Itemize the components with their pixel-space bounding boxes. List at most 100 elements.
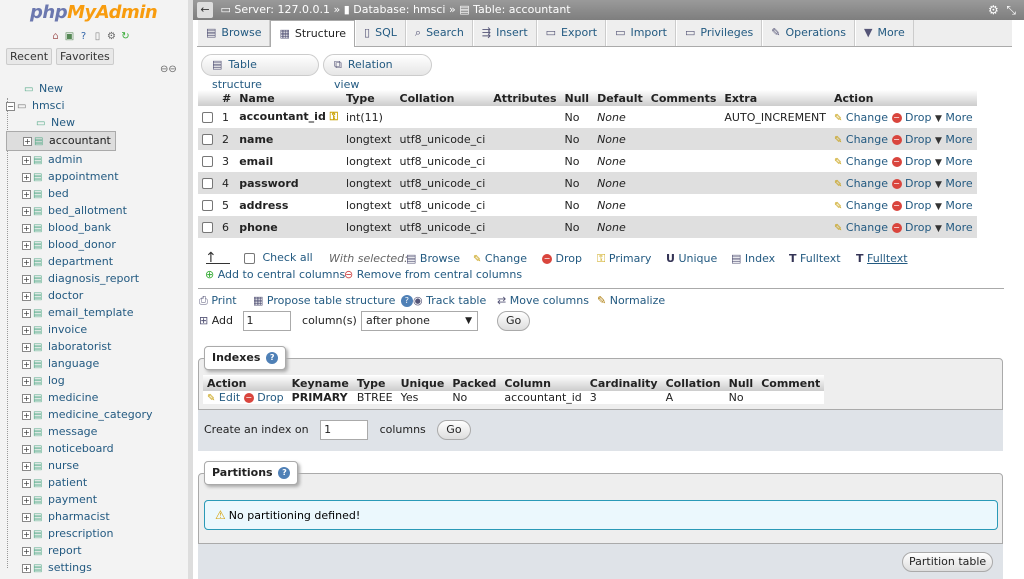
drop-button[interactable]: − Drop <box>891 221 931 234</box>
sidebar-item-table[interactable]: + ▤ nurse <box>6 457 191 474</box>
expand-icon[interactable]: + <box>22 189 31 199</box>
expand-icon[interactable]: + <box>23 136 32 146</box>
tab-export[interactable]: ▭ Export <box>536 20 607 46</box>
expand-icon[interactable]: + <box>22 461 31 471</box>
expand-icon[interactable]: + <box>22 376 31 386</box>
propose-structure-link[interactable]: ▦ Propose table structure ? <box>253 294 413 307</box>
change-button[interactable]: ✎ Change <box>834 221 888 234</box>
sidebar-item-table[interactable]: + ▤ noticeboard <box>6 440 191 457</box>
expand-icon[interactable]: + <box>22 223 31 233</box>
expand-icon[interactable]: + <box>22 546 31 556</box>
relation-view-button[interactable]: ⧉ Relation view <box>323 54 432 91</box>
expand-icon[interactable]: + <box>22 444 31 454</box>
help-icon[interactable]: ? <box>266 352 279 364</box>
create-index-count-input[interactable]: 1 <box>320 420 369 440</box>
sidebar-item-table[interactable]: + ▤ blood_donor <box>6 236 191 253</box>
tab-insert[interactable]: ⇶ Insert <box>472 20 537 46</box>
tab-search[interactable]: ⌕ Search <box>405 20 473 46</box>
more-button[interactable]: ▼ More <box>935 199 973 212</box>
help-icon[interactable]: ? <box>278 467 291 479</box>
sidebar-item-table[interactable]: + ▤ medicine <box>6 389 191 406</box>
expand-icon[interactable]: + <box>22 240 31 250</box>
breadcrumb-table[interactable]: Table: accountant <box>473 3 571 16</box>
index-edit-button[interactable]: ✎ Edit <box>207 391 240 404</box>
bulk-unique-button[interactable]: U Unique <box>666 252 717 265</box>
expand-icon[interactable]: + <box>22 427 31 437</box>
index-drop-button[interactable]: − Drop <box>243 391 284 404</box>
drop-button[interactable]: − Drop <box>891 111 931 124</box>
sidebar-item-table[interactable]: + ▤ blood_bank <box>6 219 191 236</box>
sidebar-item-table[interactable]: + ▤ bed_allotment <box>6 202 191 219</box>
row-checkbox[interactable] <box>202 200 213 211</box>
tab-operations[interactable]: ✎ Operations <box>762 20 855 46</box>
docs-icon[interactable]: ▯ <box>92 31 103 42</box>
change-button[interactable]: ✎ Change <box>834 111 888 124</box>
sidebar-item-table[interactable]: + ▤ laboratorist <box>6 338 191 355</box>
expand-icon[interactable]: + <box>22 155 31 165</box>
expand-icon[interactable]: + <box>22 393 31 403</box>
expand-icon[interactable]: + <box>22 512 31 522</box>
panel-splitter[interactable] <box>188 0 193 579</box>
expand-icon[interactable]: + <box>22 291 31 301</box>
add-go-button[interactable]: Go <box>497 311 531 331</box>
more-button[interactable]: ▼ More <box>935 111 973 124</box>
drop-button[interactable]: − Drop <box>891 177 931 190</box>
check-all-checkbox[interactable] <box>244 252 255 264</box>
bulk-browse-button[interactable]: ▤ Browse <box>406 252 460 265</box>
sidebar-item-table[interactable]: + ▤ appointment <box>6 168 191 185</box>
more-button[interactable]: ▼ More <box>935 133 973 146</box>
change-button[interactable]: ✎ Change <box>834 133 888 146</box>
tab-recent[interactable]: Recent <box>6 48 53 65</box>
reload-icon[interactable]: ↻ <box>120 31 131 42</box>
sidebar-item-table[interactable]: + ▤ doctor <box>6 287 191 304</box>
check-all[interactable]: Check all <box>244 251 313 264</box>
tab-import[interactable]: ▭ Import <box>606 20 676 46</box>
change-button[interactable]: ✎ Change <box>834 177 888 190</box>
move-columns-link[interactable]: ⇄ Move columns <box>497 294 589 307</box>
sidebar-item-table[interactable]: + ▤ medicine_category <box>6 406 191 423</box>
collapse-icon[interactable]: − <box>6 101 15 111</box>
expand-icon[interactable]: + <box>22 342 31 352</box>
more-button[interactable]: ▼ More <box>935 155 973 168</box>
link-with-main-icon[interactable]: ⊖⊖ <box>160 64 177 75</box>
expand-icon[interactable]: + <box>22 308 31 318</box>
tree-item-db-new[interactable]: ▭ New <box>6 114 191 131</box>
sidebar-item-table[interactable]: + ▤ invoice <box>6 321 191 338</box>
remove-central-columns-button[interactable]: ⊖ Remove from central columns <box>344 268 522 281</box>
collapse-nav-icon[interactable]: ← <box>197 2 213 18</box>
expand-icon[interactable]: + <box>22 172 31 182</box>
tab-sql[interactable]: ▯ SQL <box>355 20 406 46</box>
add-column-count-input[interactable]: 1 <box>242 311 291 331</box>
phpmyadmin-logo[interactable]: phpMyAdmin <box>30 2 158 23</box>
sidebar-item-table[interactable]: + ▤ payment <box>6 491 191 508</box>
expand-icon[interactable]: + <box>22 206 31 216</box>
drop-button[interactable]: − Drop <box>891 155 931 168</box>
sidebar-item-table[interactable]: + ▤ accountant <box>6 131 116 151</box>
drop-button[interactable]: − Drop <box>891 199 931 212</box>
expand-icon[interactable]: + <box>22 495 31 505</box>
logout-icon[interactable]: ▣ <box>64 31 75 42</box>
bulk-fulltext-button-2[interactable]: T Fulltext <box>856 252 908 265</box>
sidebar-item-table[interactable]: + ▤ settings <box>6 559 191 576</box>
expand-icon[interactable]: + <box>22 257 31 267</box>
more-button[interactable]: ▼ More <box>935 221 973 234</box>
add-central-columns-button[interactable]: ⊕ Add to central columns <box>205 268 345 281</box>
sidebar-item-table[interactable]: + ▤ prescription <box>6 525 191 542</box>
expand-icon[interactable]: + <box>22 478 31 488</box>
drop-button[interactable]: − Drop <box>891 133 931 146</box>
expand-icon[interactable]: + <box>22 529 31 539</box>
tab-structure[interactable]: ▦ Structure <box>270 20 356 47</box>
row-checkbox[interactable] <box>202 134 213 145</box>
sidebar-item-table[interactable]: + ▤ email_template <box>6 304 191 321</box>
row-checkbox[interactable] <box>202 112 213 123</box>
tab-browse[interactable]: ▤ Browse <box>197 20 271 46</box>
sidebar-item-table[interactable]: + ▤ message <box>6 423 191 440</box>
help-icon[interactable]: ? <box>400 295 413 307</box>
expand-icon[interactable]: + <box>22 563 31 573</box>
change-button[interactable]: ✎ Change <box>834 199 888 212</box>
create-index-go-button[interactable]: Go <box>437 420 471 440</box>
settings-icon[interactable]: ⚙ <box>106 31 117 42</box>
change-button[interactable]: ✎ Change <box>834 155 888 168</box>
fullscreen-icon[interactable]: ⤡ <box>1006 3 1016 17</box>
sidebar-item-table[interactable]: + ▤ language <box>6 355 191 372</box>
